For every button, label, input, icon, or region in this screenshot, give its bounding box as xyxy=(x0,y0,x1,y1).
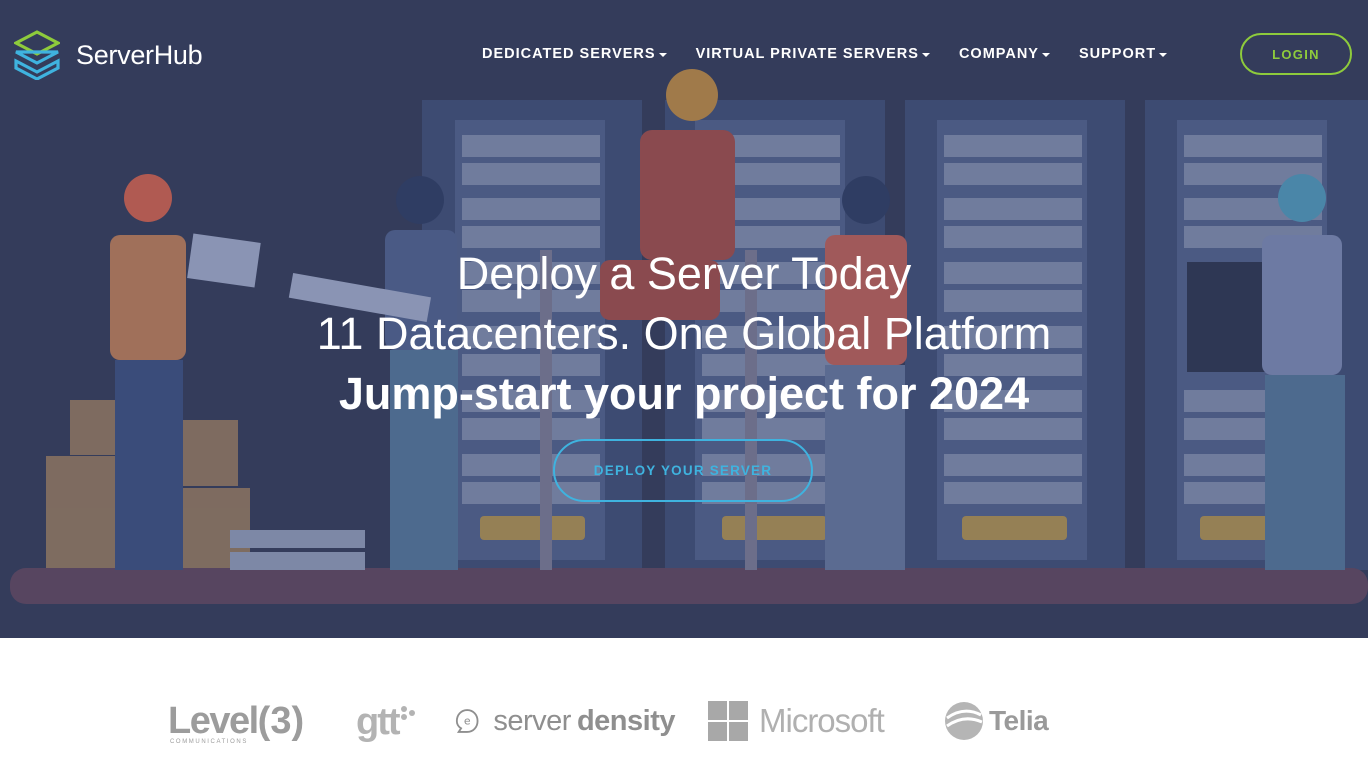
gtt-logo: gtt xyxy=(356,700,418,744)
dots-icon xyxy=(400,706,415,720)
hero-headline: Deploy a Server Today 11 Datacenters. On… xyxy=(0,244,1368,424)
telia-logo: Telia xyxy=(944,700,1054,742)
server-density-icon: e xyxy=(455,709,479,733)
nav-virtual-private-servers[interactable]: VIRTUAL PRIVATE SERVERS xyxy=(696,46,930,62)
microsoft-logo: Microsoft xyxy=(708,700,898,742)
hero-title: Deploy a Server Today xyxy=(456,248,912,299)
level3-logo: Level(3) COMMUNICATIONS xyxy=(168,698,318,745)
microsoft-logo-name: Microsoft xyxy=(759,702,885,739)
nav-vps-label: VIRTUAL PRIVATE SERVERS xyxy=(695,46,919,62)
main-nav: DEDICATED SERVERS VIRTUAL PRIVATE SERVER… xyxy=(482,46,1196,62)
caret-down-icon xyxy=(1041,53,1050,57)
nav-dedicated-servers[interactable]: DEDICATED SERVERS xyxy=(482,46,667,62)
level3-logo-mark: (3) xyxy=(257,699,305,742)
server-density-logo: e server density xyxy=(455,700,676,742)
top-navigation: ServerHub DEDICATED SERVERS VIRTUAL PRIV… xyxy=(0,0,1368,110)
caret-down-icon xyxy=(921,53,930,57)
nav-company-label: COMPANY xyxy=(958,46,1039,62)
gtt-logo-name: gtt xyxy=(356,700,401,743)
nav-support[interactable]: SUPPORT xyxy=(1078,46,1168,62)
caret-down-icon xyxy=(1159,53,1168,57)
deploy-server-button[interactable]: DEPLOY YOUR SERVER xyxy=(553,439,813,502)
nav-dedicated-servers-label: DEDICATED SERVERS xyxy=(482,46,656,62)
hero-section: ServerHub DEDICATED SERVERS VIRTUAL PRIV… xyxy=(0,0,1368,638)
telia-logo-name: Telia xyxy=(989,705,1049,736)
nav-company[interactable]: COMPANY xyxy=(959,46,1050,62)
level3-logo-name: Level xyxy=(168,699,259,742)
svg-text:e: e xyxy=(464,715,471,728)
windows-grid-icon xyxy=(708,701,748,741)
hero-tagline: Jump-start your project for 2024 xyxy=(338,368,1030,419)
hero-subtitle: 11 Datacenters. One Global Platform xyxy=(316,308,1052,359)
layered-cube-icon xyxy=(14,30,60,80)
server-density-name-bold: density xyxy=(576,704,676,737)
login-button[interactable]: LOGIN xyxy=(1240,33,1352,75)
brand-name: ServerHub xyxy=(76,39,203,70)
server-density-name-light: server xyxy=(493,704,571,737)
nav-support-label: SUPPORT xyxy=(1078,46,1157,62)
telia-sphere-icon xyxy=(945,702,983,740)
level3-logo-tagline: COMMUNICATIONS xyxy=(170,738,248,745)
caret-down-icon xyxy=(658,53,667,57)
partner-logos: Level(3) COMMUNICATIONS gtt e server den… xyxy=(0,638,1368,768)
brand-logo[interactable]: ServerHub xyxy=(14,30,203,80)
